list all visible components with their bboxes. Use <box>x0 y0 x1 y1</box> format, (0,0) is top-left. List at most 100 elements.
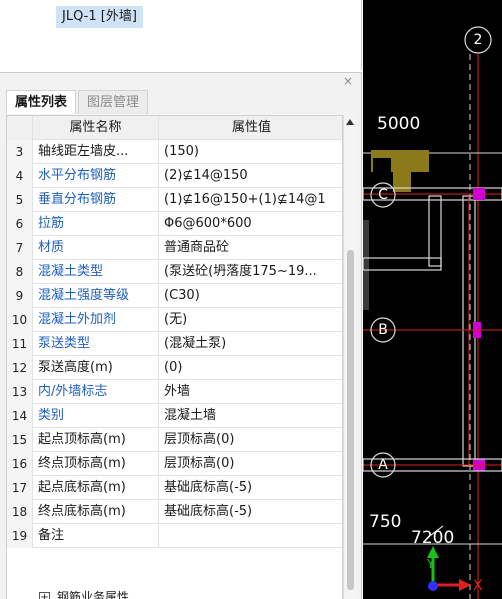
axis-label-2: 2 <box>473 32 483 48</box>
property-value[interactable]: 基础底标高(-5) <box>159 500 342 524</box>
row-name: 钢筋业务属性 <box>57 590 130 599</box>
wall-vertical-a <box>428 195 442 267</box>
dimension-text-bottom-left: 750 <box>369 512 402 532</box>
row-number: 3 <box>7 140 33 164</box>
property-value[interactable]: (2)⊈14@150 <box>159 164 342 188</box>
property-name: 起点底标高(m) <box>33 476 159 500</box>
tab-property-list[interactable]: 属性列表 <box>6 90 77 114</box>
property-value[interactable]: 基础底标高(-5) <box>159 476 342 500</box>
property-value[interactable]: Φ6@600*600 <box>159 212 342 236</box>
property-value[interactable]: (无) <box>159 308 342 332</box>
component-item-jlq-1[interactable]: JLQ-1 [外墙] <box>56 6 143 28</box>
property-value[interactable]: (0) <box>159 356 342 380</box>
table-row[interactable]: 15 起点顶标高(m) 层顶标高(0) <box>7 428 342 452</box>
property-value[interactable]: 普通商品砼 <box>159 236 342 260</box>
table-row[interactable]: 11 泵送类型 (混凝土泵) <box>7 332 342 356</box>
property-name: 垂直分布钢筋 <box>33 188 159 212</box>
row-number: 19 <box>7 524 33 548</box>
property-name: 终点顶标高(m) <box>33 452 159 476</box>
property-value[interactable] <box>159 524 342 548</box>
property-value[interactable]: 外墙 <box>159 380 342 404</box>
dimension-text-bottom: 7200 <box>411 528 455 548</box>
table-row-business-props[interactable]: + 钢筋业务属性 <box>7 590 342 599</box>
property-value[interactable]: 混凝土墙 <box>159 404 342 428</box>
panel-tabs: 属性列表 图层管理 <box>6 90 150 114</box>
row-number: 7 <box>7 236 33 260</box>
table-row[interactable]: 17 起点底标高(m) 基础底标高(-5) <box>7 476 342 500</box>
table-row[interactable]: 3 轴线距左墙皮... (150) <box>7 140 342 164</box>
row-number: 18 <box>7 500 33 524</box>
cad-drawing <box>363 26 502 599</box>
table-row[interactable]: 12 泵送高度(m) (0) <box>7 356 342 380</box>
row-number: 14 <box>7 404 33 428</box>
ucs-x-arrow-icon <box>459 579 471 591</box>
row-number: 17 <box>7 476 33 500</box>
table-row[interactable]: 7 材质 普通商品砼 <box>7 236 342 260</box>
ucs-origin-icon <box>428 581 438 591</box>
tab-layer-management[interactable]: 图层管理 <box>78 90 149 114</box>
table-row[interactable]: 9 混凝土强度等级 (C30) <box>7 284 342 308</box>
property-name: 混凝土强度等级 <box>33 284 159 308</box>
property-name: 备注 <box>33 524 159 548</box>
row-number: 15 <box>7 428 33 452</box>
property-value[interactable]: (150) <box>159 140 342 164</box>
property-name: 泵送类型 <box>33 332 159 356</box>
row-number: 9 <box>7 284 33 308</box>
property-value[interactable]: (1)⊈16@150+(1)⊈14@1 <box>159 188 342 212</box>
cad-canvas[interactable]: 2 5000 C B A 750 7200 Y X <box>363 0 502 599</box>
expand-icon[interactable]: + <box>39 592 50 599</box>
axis-label-c: C <box>378 187 388 203</box>
header-num <box>7 116 33 140</box>
table-row[interactable]: 14 类别 混凝土墙 <box>7 404 342 428</box>
table-row[interactable]: 18 终点底标高(m) 基础底标高(-5) <box>7 500 342 524</box>
row-number: 11 <box>7 332 33 356</box>
table-row[interactable]: 5 垂直分布钢筋 (1)⊈16@150+(1)⊈14@1 <box>7 188 342 212</box>
property-name: 泵送高度(m) <box>33 356 159 380</box>
row-number: 5 <box>7 188 33 212</box>
row-number: 13 <box>7 380 33 404</box>
property-name: 拉筋 <box>33 212 159 236</box>
table-row[interactable]: 19 备注 <box>7 524 342 548</box>
header-value[interactable]: 属性值 <box>159 116 342 140</box>
column-c <box>473 188 485 200</box>
property-value[interactable]: (泵送砼(坍落度175~19... <box>159 260 342 284</box>
table-row[interactable]: 10 混凝土外加剂 (无) <box>7 308 342 332</box>
property-name: 水平分布钢筋 <box>33 164 159 188</box>
component-list-panel: JLQ-1 [外墙] <box>0 0 362 70</box>
property-name: 内/外墙标志 <box>33 380 159 404</box>
close-icon[interactable]: × <box>343 74 353 88</box>
property-grid: 属性名称 属性值 3 轴线距左墙皮... (150) 4 水平分布钢筋 (2)⊈14@15… <box>6 115 343 599</box>
property-name: 起点顶标高(m) <box>33 428 159 452</box>
property-value[interactable]: 层顶标高(0) <box>159 428 342 452</box>
property-name: 混凝土类型 <box>33 260 159 284</box>
ucs-y-label: Y <box>427 557 435 571</box>
property-value[interactable]: 层顶标高(0) <box>159 452 342 476</box>
row-number: 8 <box>7 260 33 284</box>
row-number: 12 <box>7 356 33 380</box>
axis-label-a: A <box>378 457 388 473</box>
table-row[interactable]: 16 终点顶标高(m) 层顶标高(0) <box>7 452 342 476</box>
row-number: 16 <box>7 452 33 476</box>
scrollbar-thumb[interactable] <box>347 250 354 590</box>
table-row[interactable]: 4 水平分布钢筋 (2)⊈14@150 <box>7 164 342 188</box>
ucs-x-label: X <box>473 578 483 594</box>
row-number: 6 <box>7 212 33 236</box>
property-name: 终点底标高(m) <box>33 500 159 524</box>
dimension-text-top: 5000 <box>377 114 421 134</box>
property-name: 材质 <box>33 236 159 260</box>
beam-shape-inner <box>393 172 411 192</box>
vertical-scrollbar[interactable] <box>343 115 356 599</box>
grid-header: 属性名称 属性值 <box>7 116 342 140</box>
properties-panel: × 属性列表 图层管理 属性名称 属性值 3 轴线距左墙皮... (150) 4 水平分… <box>0 72 362 599</box>
scroll-up-arrow-icon[interactable] <box>346 119 354 125</box>
table-row[interactable]: 13 内/外墙标志 外墙 <box>7 380 342 404</box>
table-row[interactable]: 8 混凝土类型 (泵送砼(坍落度175~19... <box>7 260 342 284</box>
property-value[interactable]: (混凝土泵) <box>159 332 342 356</box>
table-row[interactable]: 6 拉筋 Φ6@600*600 <box>7 212 342 236</box>
row-number: 10 <box>7 308 33 332</box>
property-name: 类别 <box>33 404 159 428</box>
property-value[interactable]: (C30) <box>159 284 342 308</box>
property-name: 轴线距左墙皮... <box>33 140 159 164</box>
header-name[interactable]: 属性名称 <box>33 116 159 140</box>
property-name: 混凝土外加剂 <box>33 308 159 332</box>
